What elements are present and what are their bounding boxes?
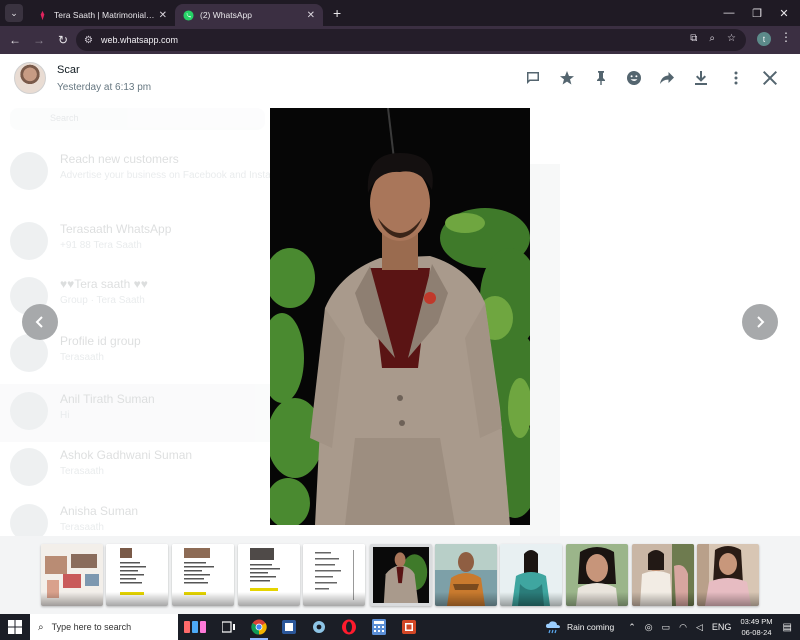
clock-date: 06-08-24	[741, 628, 772, 637]
close-tab-icon[interactable]: ✕	[159, 10, 167, 21]
browser-menu-icon[interactable]: ⋮	[780, 30, 792, 44]
contact-name[interactable]: Scar	[57, 64, 80, 76]
tab-search-button[interactable]: ⌄	[5, 4, 23, 22]
avatar[interactable]	[14, 62, 46, 94]
settings-app-icon[interactable]	[304, 614, 334, 640]
whatsapp-logo-icon	[183, 9, 194, 21]
media-thumbnail[interactable]	[435, 544, 497, 606]
close-tab-icon[interactable]: ✕	[307, 10, 315, 21]
search-icon: ⌕	[38, 621, 44, 633]
clock-time: 03:49 PM	[740, 617, 773, 626]
photo-man-in-suit	[270, 108, 530, 525]
terasaath-logo-icon	[40, 10, 45, 20]
back-button[interactable]: ←	[4, 29, 26, 51]
taskbar: ⌕ Type here to search Rain coming ⌃ ◎ ▭ …	[0, 614, 800, 640]
media-viewer-header: Scar Yesterday at 6:13 pm	[0, 54, 800, 102]
chevron-right-icon	[757, 316, 765, 328]
weather-text: Rain coming	[566, 622, 615, 632]
media-image	[270, 108, 530, 525]
taskbar-search-placeholder: Type here to search	[51, 622, 132, 632]
close-icon[interactable]	[760, 68, 780, 88]
system-tray: Rain coming ⌃ ◎ ▭ ◠ ◁ ENG 03:49 PM 06-08…	[545, 614, 800, 640]
browser-toolbar: ← → ↻ ⚙ web.whatsapp.com ⧉ ⌕ ☆ t ⋮	[0, 26, 800, 54]
zoom-icon[interactable]: ⌕	[709, 33, 715, 44]
pin-icon[interactable]	[591, 68, 611, 88]
reload-button[interactable]: ↻	[52, 29, 74, 51]
calculator-app-icon[interactable]	[364, 614, 394, 640]
media-thumbnail-strip	[0, 536, 800, 614]
forward-button[interactable]: →	[28, 29, 50, 51]
profile-avatar[interactable]: t	[757, 32, 771, 46]
windows-logo-icon	[8, 620, 22, 634]
new-tab-button[interactable]: +	[333, 5, 341, 21]
whatsapp-web-viewport: Search Reach new customers Advertise your…	[0, 54, 800, 614]
opera-app-icon[interactable]	[334, 614, 364, 640]
start-button[interactable]	[0, 614, 30, 640]
chevron-left-icon	[35, 316, 43, 328]
media-thumbnail[interactable]	[697, 544, 759, 606]
rain-cloud-icon	[545, 621, 560, 634]
browser-tab-strip: ⌄ Tera Saath | Matrimonial Site | E ✕ (2…	[0, 0, 800, 26]
tab-terasaath[interactable]: Tera Saath | Matrimonial Site | E ✕	[29, 4, 175, 26]
tab-title: Tera Saath | Matrimonial Site | E	[54, 10, 155, 20]
media-thumbnail[interactable]	[106, 544, 168, 606]
next-media-button[interactable]	[742, 304, 778, 340]
media-thumbnail[interactable]	[238, 544, 300, 606]
message-icon[interactable]	[523, 68, 543, 88]
forward-icon[interactable]	[657, 68, 677, 88]
tab-whatsapp[interactable]: (2) WhatsApp ✕	[175, 4, 323, 26]
media-thumbnail[interactable]	[303, 544, 365, 606]
taskbar-search-input[interactable]: ⌕ Type here to search	[30, 614, 178, 640]
notifications-icon[interactable]: ▤	[783, 622, 792, 633]
install-app-icon[interactable]: ⧉	[690, 33, 697, 44]
media-thumbnail[interactable]	[172, 544, 234, 606]
chrome-app-icon[interactable]	[244, 614, 274, 640]
close-window-button[interactable]: ✕	[768, 0, 800, 26]
network-status-icon[interactable]: ◎	[645, 622, 653, 633]
volume-icon[interactable]: ◁	[696, 622, 703, 633]
previous-media-button[interactable]	[22, 304, 58, 340]
chevron-up-icon[interactable]: ⌃	[628, 622, 636, 633]
media-thumbnail-selected[interactable]	[370, 544, 432, 606]
list-item: Ashok Gadhwani Suman Terasaath	[0, 440, 270, 498]
clock[interactable]: 03:49 PM 06-08-24	[740, 616, 772, 638]
powerpoint-app-icon[interactable]	[394, 614, 424, 640]
site-info-icon[interactable]: ⚙	[84, 35, 93, 46]
battery-icon[interactable]: ▭	[662, 622, 671, 633]
menu-icon[interactable]	[726, 68, 746, 88]
word-app-icon[interactable]	[274, 614, 304, 640]
media-timestamp: Yesterday at 6:13 pm	[57, 82, 152, 93]
wifi-icon[interactable]: ◠	[679, 622, 687, 633]
media-thumbnail[interactable]	[500, 544, 562, 606]
language-indicator[interactable]: ENG	[712, 622, 732, 632]
list-item: Terasaath WhatsApp +91 88 Tera Saath	[0, 214, 270, 272]
background-search: Search	[10, 108, 265, 130]
weather-widget[interactable]: Rain coming	[545, 620, 614, 634]
download-icon[interactable]	[691, 68, 711, 88]
bookmark-star-icon[interactable]: ☆	[727, 33, 736, 44]
paint-app-icon[interactable]	[178, 614, 214, 640]
address-bar[interactable]: ⚙ web.whatsapp.com ⧉ ⌕ ☆	[76, 29, 746, 51]
emoji-icon[interactable]	[624, 68, 644, 88]
tab-title: (2) WhatsApp	[200, 10, 252, 20]
task-view-icon[interactable]	[214, 614, 244, 640]
list-item: Reach new customers Advertise your busine…	[0, 144, 296, 202]
media-thumbnail[interactable]	[41, 544, 103, 606]
star-icon[interactable]	[557, 68, 577, 88]
media-thumbnail[interactable]	[632, 544, 694, 606]
list-item: Anil Tirath Suman Hi	[0, 384, 270, 442]
media-thumbnail[interactable]	[566, 544, 628, 606]
url-text: web.whatsapp.com	[100, 35, 179, 45]
